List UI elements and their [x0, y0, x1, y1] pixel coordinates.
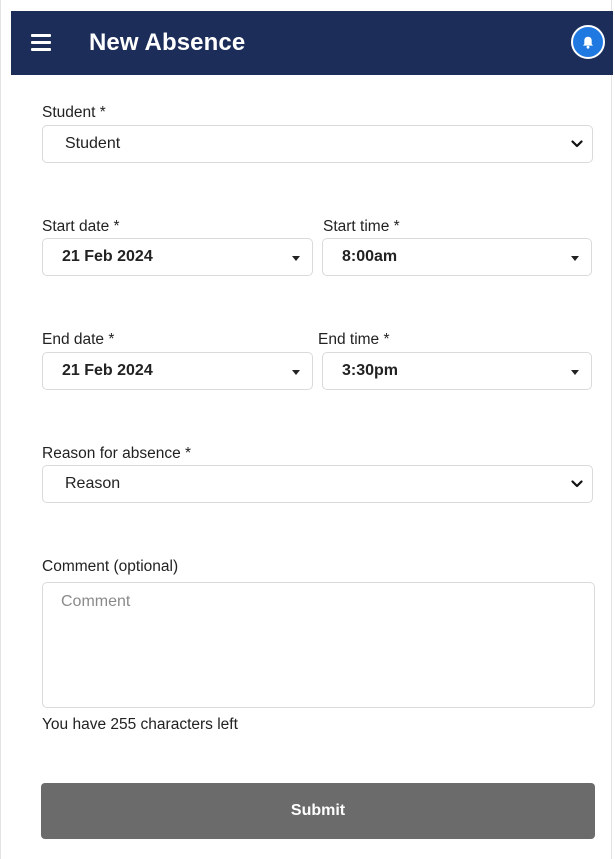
- comment-textarea[interactable]: Comment: [42, 582, 595, 708]
- hamburger-menu-icon[interactable]: [31, 34, 51, 51]
- end-date-select[interactable]: 21 Feb 2024: [42, 352, 313, 390]
- end-date-label: End date *: [42, 331, 115, 348]
- app-bar: New Absence: [11, 11, 613, 75]
- reason-label: Reason for absence *: [42, 445, 192, 462]
- start-time-select[interactable]: 8:00am: [322, 238, 592, 276]
- chevron-down-icon: [571, 480, 583, 488]
- caret-down-icon: [571, 370, 579, 375]
- chevron-down-icon: [571, 140, 583, 148]
- app-frame: New Absence Student * Student Start date…: [0, 0, 613, 859]
- reason-select[interactable]: Reason: [42, 465, 593, 503]
- student-select-value: Student: [65, 135, 121, 152]
- submit-button[interactable]: Submit: [41, 783, 595, 839]
- end-time-label: End time *: [318, 331, 390, 348]
- end-time-select[interactable]: 3:30pm: [322, 352, 592, 390]
- start-time-label: Start time *: [323, 218, 400, 235]
- page-title: New Absence: [89, 29, 246, 56]
- caret-down-icon: [292, 370, 300, 375]
- caret-down-icon: [571, 256, 579, 261]
- end-date-value: 21 Feb 2024: [62, 362, 153, 379]
- comment-label: Comment (optional): [42, 558, 179, 575]
- comment-placeholder: Comment: [61, 593, 131, 610]
- student-select[interactable]: Student: [42, 125, 593, 163]
- start-date-label: Start date *: [42, 218, 120, 235]
- start-time-value: 8:00am: [342, 248, 398, 265]
- reason-select-value: Reason: [65, 475, 121, 492]
- character-counter: You have 255 characters left: [42, 716, 238, 733]
- student-label: Student *: [42, 104, 106, 121]
- bell-icon: [583, 36, 593, 49]
- start-date-select[interactable]: 21 Feb 2024: [42, 238, 313, 276]
- end-time-value: 3:30pm: [342, 362, 399, 379]
- notifications-button[interactable]: [571, 25, 605, 59]
- start-date-value: 21 Feb 2024: [62, 248, 153, 265]
- caret-down-icon: [292, 256, 300, 261]
